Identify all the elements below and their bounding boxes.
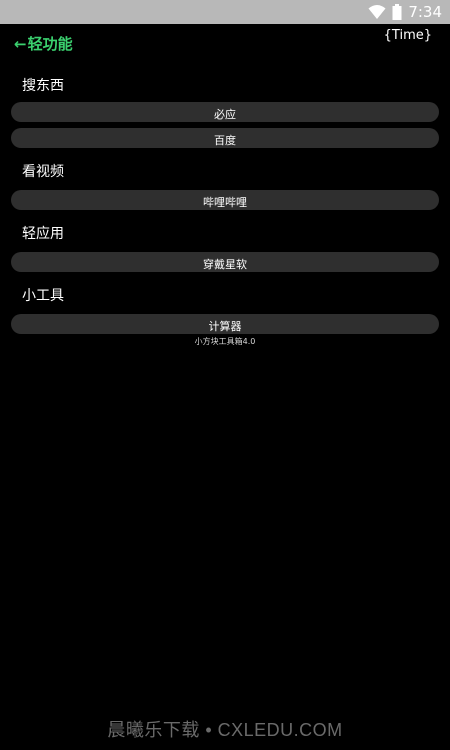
calculator-button[interactable]: 计算器	[11, 314, 439, 334]
watermark: 晨曦乐下载 • CXLEDU.COM	[107, 720, 343, 740]
section-title: 小工具	[22, 288, 64, 304]
back-button-label: 轻功能	[27, 35, 73, 53]
wearable-app-button[interactable]: 穿戴星软	[11, 252, 439, 272]
status-time: 7:34	[408, 3, 442, 21]
app-header: ← 轻功能 {Time}	[0, 24, 450, 64]
section-search: 搜东西 必应 百度	[0, 76, 450, 148]
section-tools: 小工具 计算器	[0, 286, 450, 334]
back-arrow-icon: ←	[14, 34, 27, 53]
bilibili-button[interactable]: 哔哩哔哩	[11, 190, 439, 210]
back-button[interactable]: ← 轻功能	[14, 33, 73, 54]
section-title: 看视频	[22, 164, 64, 180]
section-lite-apps: 轻应用 穿戴星软	[0, 224, 450, 272]
status-bar: 7:34	[0, 0, 450, 24]
baidu-button[interactable]: 百度	[11, 128, 439, 148]
bing-button[interactable]: 必应	[11, 102, 439, 122]
app-version-note: 小方块工具箱4.0	[194, 337, 256, 346]
section-video: 看视频 哔哩哔哩	[0, 162, 450, 210]
time-placeholder-label: {Time}	[383, 28, 432, 43]
wifi-icon	[368, 5, 386, 19]
content: 搜东西 必应 百度 看视频 哔哩哔哩 轻应用 穿戴星软 小工具 计算器 小方块工…	[0, 64, 450, 347]
section-title: 搜东西	[22, 78, 64, 94]
section-title: 轻应用	[22, 226, 64, 242]
status-icons: 7:34	[368, 3, 442, 21]
battery-icon	[392, 4, 402, 20]
